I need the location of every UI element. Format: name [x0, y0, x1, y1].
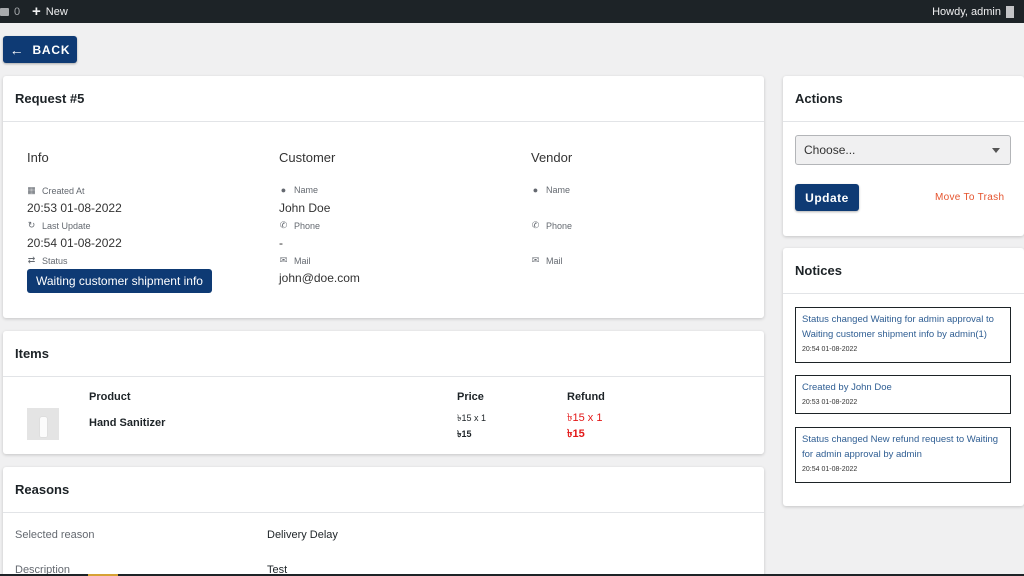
action-select-value: Choose... [804, 143, 856, 157]
request-card: Request #5 Info ▦ Created At 20:53 01-08… [3, 76, 764, 318]
created-at-value: 20:53 01-08-2022 [27, 201, 122, 215]
notice-item: Created by John Doe 20:53 01-08-2022 [795, 375, 1011, 414]
comments-count: 0 [14, 5, 21, 18]
notice-time: 20:54 01-08-2022 [802, 466, 858, 473]
refund-total: ৳15 [567, 428, 585, 440]
new-label: New [45, 5, 68, 18]
notice-text: Status changed New refund request to Wai… [802, 434, 999, 460]
request-title: Request #5 [3, 76, 764, 122]
reasons-card: Reasons Selected reason Delivery Delay D… [3, 467, 764, 576]
actions-card: Actions Choose... Update Move To Trash [783, 76, 1024, 236]
comments-link[interactable]: 0 [0, 0, 20, 23]
status-label-text: Status [42, 255, 68, 266]
notice-item: Status changed New refund request to Wai… [795, 427, 1011, 483]
status-badge: Waiting customer shipment info [27, 269, 212, 293]
reasons-title: Reasons [3, 467, 764, 513]
move-to-trash-link[interactable]: Move To Trash [935, 192, 1004, 203]
price-total: ৳15 [457, 429, 472, 439]
product-header: Product [89, 391, 131, 403]
created-at-label: ▦ Created At [27, 185, 85, 196]
update-button[interactable]: Update [795, 184, 859, 211]
refund-header: Refund [567, 391, 605, 403]
admin-bar: 0 + New Howdy, admin [0, 0, 1024, 23]
notice-item: Status changed Waiting for admin approva… [795, 307, 1011, 363]
vendor-mail-label: ✉ Mail [531, 255, 563, 266]
last-update-value: 20:54 01-08-2022 [27, 236, 122, 250]
customer-phone-label: ✆ Phone [279, 220, 320, 231]
refresh-icon: ↻ [27, 220, 36, 230]
vendor-mail-label-text: Mail [546, 255, 563, 266]
sanitizer-bottle-icon [39, 417, 47, 437]
notice-time: 20:54 01-08-2022 [802, 346, 858, 353]
account-menu[interactable]: Howdy, admin [932, 0, 1014, 23]
info-heading: Info [27, 150, 49, 165]
customer-name-value: John Doe [279, 201, 331, 215]
vendor-phone-label-text: Phone [546, 220, 573, 231]
selected-reason-label: Selected reason [15, 529, 95, 541]
items-card: Items Product Price Refund Hand Sanitize… [3, 331, 764, 454]
selected-reason-value: Delivery Delay [267, 529, 338, 541]
product-name[interactable]: Hand Sanitizer [89, 417, 165, 429]
notices-title: Notices [783, 248, 1024, 294]
vendor-phone-label: ✆ Phone [531, 220, 572, 231]
notice-text: Status changed Waiting for admin approva… [802, 314, 994, 340]
new-content-link[interactable]: + New [32, 0, 68, 23]
product-thumbnail[interactable] [27, 408, 59, 440]
actions-title: Actions [783, 76, 1024, 122]
last-update-label-text: Last Update [42, 220, 91, 231]
avatar [1006, 5, 1014, 18]
phone-icon: ✆ [531, 220, 540, 230]
price-line: ৳15 x 1 [457, 413, 486, 423]
plus-icon: + [32, 3, 41, 20]
customer-mail-label: ✉ Mail [279, 255, 311, 266]
vendor-name-label: ● Name [531, 185, 570, 195]
caret-down-icon [992, 148, 1000, 153]
vendor-name-label-text: Name [546, 185, 571, 195]
created-at-label-text: Created At [42, 185, 85, 196]
action-select[interactable]: Choose... [795, 135, 1011, 165]
customer-heading: Customer [279, 150, 336, 165]
phone-icon: ✆ [279, 220, 288, 230]
back-button[interactable]: ← BACK [3, 36, 77, 63]
mail-icon: ✉ [279, 255, 288, 265]
status-label: ⇄ Status [27, 255, 68, 266]
customer-phone-value: - [279, 236, 283, 250]
customer-name-label: ● Name [279, 185, 318, 195]
howdy-text: Howdy, admin [932, 5, 1001, 18]
back-label: BACK [32, 42, 71, 57]
customer-name-label-text: Name [294, 185, 319, 195]
items-title: Items [3, 331, 764, 377]
mail-icon: ✉ [531, 255, 540, 265]
arrow-left-icon: ← [9, 41, 25, 58]
notices-card: Notices Status changed Waiting for admin… [783, 248, 1024, 506]
comment-bubble-icon [0, 7, 9, 16]
customer-phone-label-text: Phone [294, 220, 321, 231]
vendor-heading: Vendor [531, 150, 573, 165]
person-icon: ● [532, 185, 539, 195]
last-update-label: ↻ Last Update [27, 220, 91, 231]
notice-time: 20:53 01-08-2022 [802, 399, 858, 406]
customer-mail-label-text: Mail [294, 255, 311, 266]
status-icon: ⇄ [27, 255, 36, 265]
person-icon: ● [280, 185, 287, 195]
price-header: Price [457, 391, 484, 403]
notice-text: Created by John Doe [802, 382, 892, 393]
calendar-icon: ▦ [27, 185, 36, 195]
customer-mail-value: john@doe.com [279, 271, 360, 285]
